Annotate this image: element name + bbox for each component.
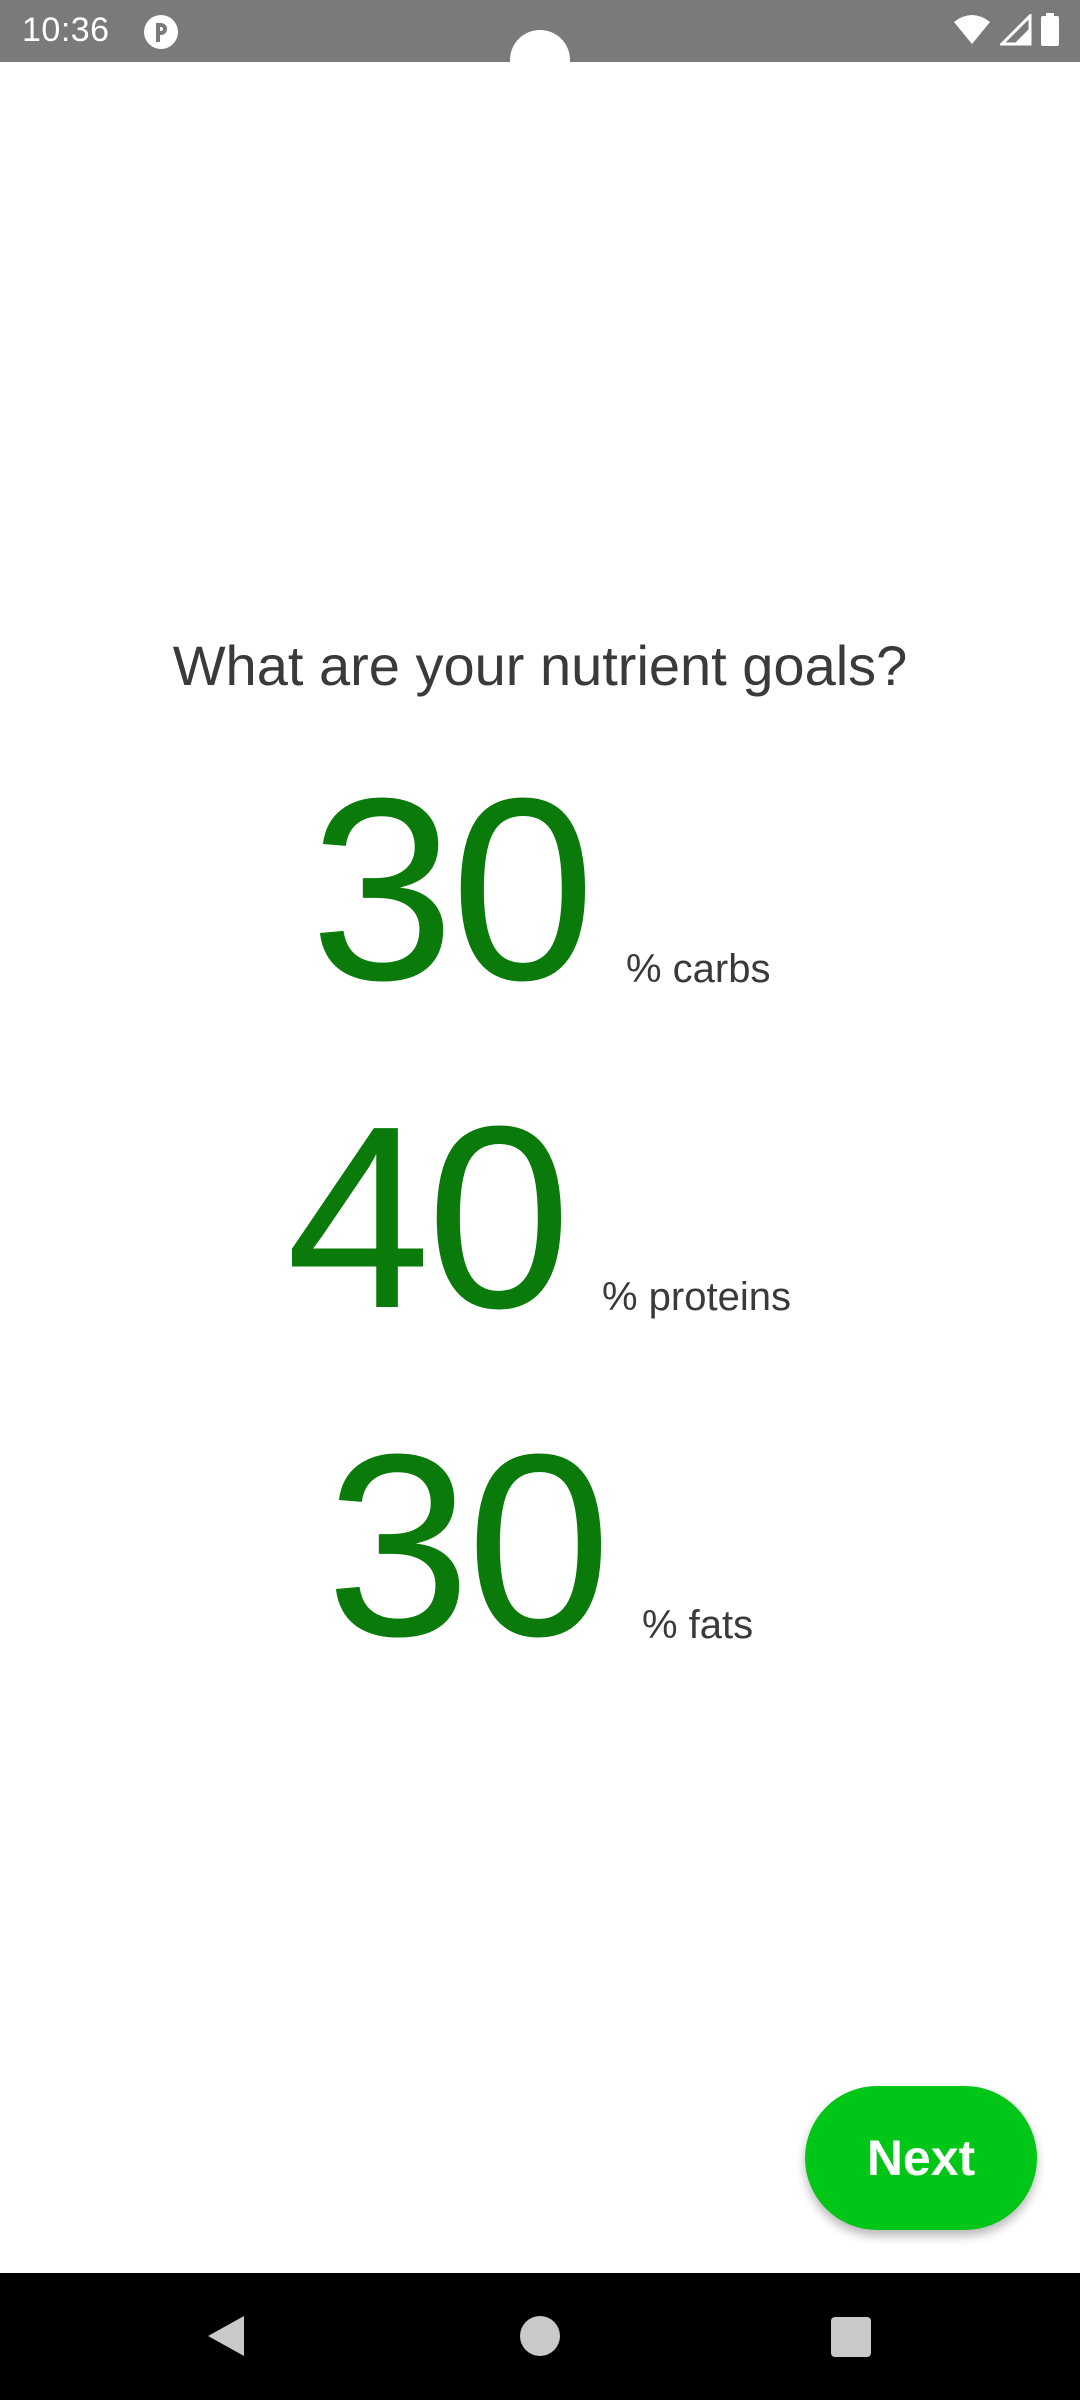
- recents-square-icon[interactable]: [831, 2317, 871, 2357]
- proteins-unit-label: % proteins: [602, 1275, 791, 1319]
- proteins-value[interactable]: 40: [286, 1088, 571, 1348]
- signal-icon: [1000, 14, 1032, 46]
- carbs-goal-row[interactable]: 30 % carbs: [0, 760, 1080, 1020]
- carbs-unit-label: % carbs: [626, 947, 771, 991]
- battery-icon: [1041, 13, 1059, 46]
- status-time: 10:36: [22, 11, 110, 49]
- fats-value[interactable]: 30: [326, 1416, 611, 1676]
- proteins-goal-row[interactable]: 40 % proteins: [0, 1088, 1080, 1348]
- p-app-icon: [144, 15, 178, 49]
- wifi-icon: [954, 15, 990, 44]
- next-button[interactable]: Next: [805, 2086, 1037, 2230]
- home-circle-icon[interactable]: [520, 2316, 560, 2356]
- navigation-bar: [0, 2273, 1080, 2400]
- status-icons: [952, 10, 1060, 50]
- fats-goal-row[interactable]: 30 % fats: [0, 1416, 1080, 1676]
- page-title: What are your nutrient goals?: [172, 634, 908, 697]
- carbs-value[interactable]: 30: [310, 760, 595, 1020]
- fats-unit-label: % fats: [642, 1603, 754, 1647]
- camera-cutout: [510, 30, 570, 90]
- back-triangle-icon[interactable]: [206, 2314, 246, 2358]
